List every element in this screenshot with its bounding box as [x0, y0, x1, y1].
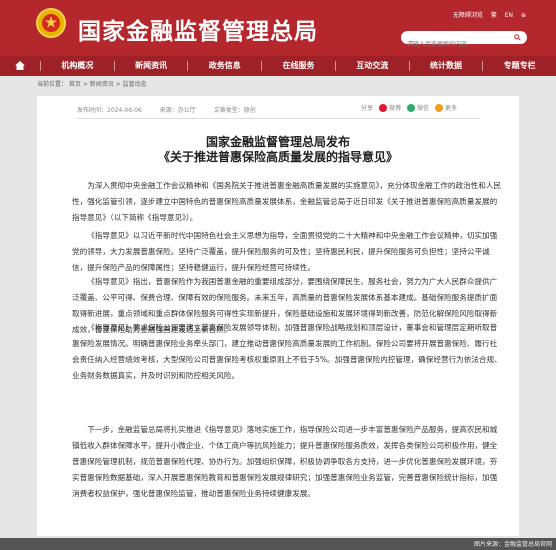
traditional-chinese-link[interactable]: 繁	[491, 12, 497, 19]
article-source: 来源：办公厅	[159, 107, 196, 114]
language-icon[interactable]: ⊕	[521, 12, 526, 19]
article-card: 发布时间：2024-06-06 来源：办公厅 文章类型：原创 分享 微博 微信 …	[37, 96, 519, 536]
weibo-share[interactable]: 微博	[389, 103, 401, 112]
site-header: 国家金融监督管理总局 无障碍浏览 繁 EN ⊕	[0, 0, 556, 56]
article-type: 文章类型：原创	[213, 107, 256, 114]
english-link[interactable]: EN	[505, 12, 513, 19]
nav-home[interactable]	[0, 56, 40, 76]
weibo-icon[interactable]	[378, 103, 387, 112]
site-title[interactable]: 国家金融监督管理总局	[78, 12, 318, 46]
search-icon[interactable]	[514, 34, 521, 41]
breadcrumb[interactable]: 当前位置： 首页 > 新闻资讯 > 监管动态	[37, 79, 147, 88]
search-input[interactable]	[407, 41, 507, 48]
publish-date: 发布时间：2024-06-06	[77, 107, 142, 114]
article-title-line2: 《关于推进普惠保险高质量发展的指导意见》	[157, 150, 398, 164]
nav-interaction[interactable]: 互动交流	[336, 56, 409, 76]
article-paragraph: 下一步，金融监管总局将扎实推进《指导意见》落地实施工作，指导保险公司进一步丰富普…	[72, 425, 498, 498]
accessibility-link[interactable]: 无障碍浏览	[453, 12, 483, 19]
meta-divider	[77, 118, 479, 119]
nav-special-topics[interactable]: 专题专栏	[483, 56, 556, 76]
image-credit: 图片来源：金融监管总局官网	[473, 541, 552, 548]
wechat-share[interactable]: 微信	[417, 103, 429, 112]
nav-news[interactable]: 新闻资讯	[115, 56, 188, 76]
share-bar: 分享 微博 微信 更多	[361, 103, 463, 112]
article-meta: 发布时间：2024-06-06 来源：办公厅 文章类型：原创	[77, 105, 272, 114]
article-paragraph: 为深入贯彻中央金融工作会议精神和《国务院关于推进普惠金融高质量发展的实施意见》，…	[72, 181, 502, 222]
more-icon[interactable]	[434, 103, 443, 112]
home-icon	[15, 61, 25, 70]
nav-online-service[interactable]: 在线服务	[262, 56, 335, 76]
more-share[interactable]: 更多	[445, 103, 457, 112]
footer-strip: 图片来源：金融监管总局官网	[0, 538, 556, 550]
nav-institution[interactable]: 机构概况	[41, 56, 114, 76]
article-paragraph: 《指导意见》以习近平新时代中国特色社会主义思想为指导，全面贯彻党的二十大精神和中…	[72, 231, 498, 272]
utility-links: 无障碍浏览 繁 EN ⊕	[447, 10, 526, 19]
article-paragraph: 《指导意见》要求保险公司要建立普惠保险发展领导体制，加强普惠保险战略规划和顶层设…	[72, 323, 502, 380]
nav-government-info[interactable]: 政务信息	[188, 56, 261, 76]
national-emblem-logo	[36, 8, 66, 38]
main-nav: 机构概况 新闻资讯 政务信息 在线服务 互动交流 统计数据 专题专栏	[0, 56, 556, 76]
nav-statistics[interactable]: 统计数据	[410, 56, 483, 76]
share-label: 分享	[360, 105, 373, 112]
search-box	[401, 31, 527, 48]
wechat-icon[interactable]	[406, 103, 415, 112]
